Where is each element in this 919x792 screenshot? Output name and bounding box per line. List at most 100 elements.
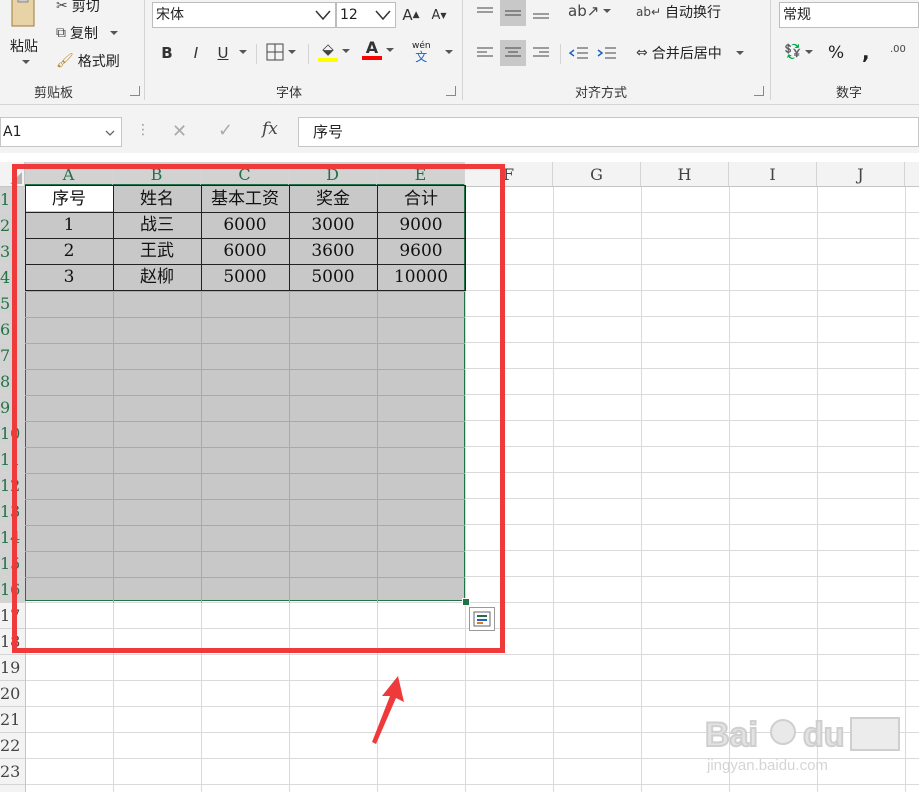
copy-button[interactable]: ⧉ 复制 xyxy=(56,23,118,43)
align-center-button[interactable] xyxy=(500,40,526,66)
align-right-icon xyxy=(533,47,549,57)
row-header-22[interactable]: 22 xyxy=(0,733,25,759)
phonetic-icon: wén 文 xyxy=(412,41,431,64)
group-divider xyxy=(770,0,771,100)
align-bottom-button[interactable] xyxy=(528,0,554,26)
wrap-text-button[interactable]: ab↵ 自动换行 xyxy=(636,2,721,22)
decrease-indent-icon xyxy=(569,47,588,59)
borders-button[interactable] xyxy=(266,43,296,61)
comma-button[interactable]: , xyxy=(862,40,870,64)
font-group-label: 字体 xyxy=(276,86,303,101)
formula-input[interactable]: 序号 xyxy=(298,117,919,147)
increase-indent-button[interactable] xyxy=(594,40,620,66)
increase-indent-icon xyxy=(597,47,616,59)
column-header-h[interactable]: H xyxy=(641,162,729,186)
group-divider xyxy=(462,0,463,100)
cut-label: 剪切 xyxy=(71,0,100,15)
grow-font-icon: A xyxy=(402,6,413,24)
alignment-launcher-icon[interactable] xyxy=(754,86,764,96)
font-color-button[interactable]: A xyxy=(362,40,394,60)
annotation-arrow-icon xyxy=(372,676,404,744)
font-launcher-icon[interactable] xyxy=(446,86,456,96)
row-header-23[interactable]: 23 xyxy=(0,759,25,785)
decrease-indent-button[interactable] xyxy=(566,40,592,66)
copy-dropdown-icon xyxy=(110,31,118,35)
enter-button[interactable]: ✓ xyxy=(218,120,233,141)
font-color-icon: A xyxy=(362,40,382,60)
align-top-button[interactable] xyxy=(472,0,498,26)
format-painter-label: 格式刷 xyxy=(77,54,120,70)
paint-bucket-icon: ⬙ xyxy=(318,40,338,62)
row-header-20[interactable]: 20 xyxy=(0,681,25,707)
increase-decimal-icon: .00 xyxy=(890,44,906,55)
format-painter-button[interactable]: 🖌 格式刷 xyxy=(56,51,120,71)
column-header-i[interactable]: I xyxy=(729,162,817,186)
orientation-button[interactable]: ab↗ xyxy=(568,2,612,20)
annotation-highlight-box xyxy=(12,164,505,653)
align-left-button[interactable] xyxy=(472,40,498,66)
column-header-j[interactable]: J xyxy=(817,162,905,186)
wrap-text-icon: ab↵ xyxy=(636,5,662,19)
italic-button[interactable]: I xyxy=(185,42,207,64)
divider xyxy=(308,44,309,64)
fill-color-button[interactable]: ⬙ xyxy=(318,40,350,62)
row-header-21[interactable]: 21 xyxy=(0,707,25,733)
align-right-button[interactable] xyxy=(528,40,554,66)
underline-icon: U xyxy=(217,44,229,62)
formula-bar: A1 ⋮ ✕ ✓ fx 序号 xyxy=(0,105,919,153)
increase-decimal-button[interactable]: .00 xyxy=(890,44,906,55)
comma-icon: , xyxy=(862,40,870,64)
underline-button[interactable]: U xyxy=(212,42,234,64)
formula-content: 序号 xyxy=(313,123,344,141)
insert-function-button[interactable]: fx xyxy=(262,119,278,139)
paste-icon[interactable] xyxy=(6,0,46,28)
svg-text:jingyan.baidu.com: jingyan.baidu.com xyxy=(706,757,828,774)
bold-button[interactable]: B xyxy=(156,42,178,64)
align-middle-icon xyxy=(505,10,521,16)
clipboard-launcher-icon[interactable] xyxy=(130,86,140,96)
align-left-icon xyxy=(477,47,493,57)
baidu-jingyan-watermark: Bai du jingyan.baidu.com xyxy=(705,715,900,774)
font-size-select[interactable]: 12 xyxy=(336,2,396,28)
merge-center-button[interactable]: ⇔ 合并后居中 xyxy=(636,43,744,63)
percent-button[interactable]: % xyxy=(828,43,844,63)
shrink-font-button[interactable]: A ▼ xyxy=(428,4,450,26)
merge-center-label: 合并后居中 xyxy=(651,46,722,62)
number-group-label: 数字 xyxy=(836,86,863,101)
phonetic-button[interactable]: wén 文 xyxy=(412,41,453,63)
paintbrush-icon: 🖌 xyxy=(56,53,74,69)
more-icon: ⋮ xyxy=(136,122,150,138)
grow-font-button[interactable]: A ▲ xyxy=(400,4,422,26)
row-header-19[interactable]: 19 xyxy=(0,655,25,681)
merge-dropdown-icon xyxy=(735,51,744,55)
ribbon: 粘贴 ✂ 剪切 ⧉ 复制 🖌 格式刷 剪贴板 宋体 12 A ▲ A ▼ B I U… xyxy=(0,0,919,105)
cut-button[interactable]: ✂ 剪切 xyxy=(56,0,100,16)
font-name-value: 宋体 xyxy=(156,7,184,23)
svg-text:du: du xyxy=(803,716,845,754)
chevron-down-icon xyxy=(375,10,391,21)
accounting-format-button[interactable]: 💱 xyxy=(784,44,814,60)
fx-icon: fx xyxy=(262,119,278,139)
svg-text:Bai: Bai xyxy=(705,716,758,754)
align-middle-button[interactable] xyxy=(500,0,526,26)
align-center-icon xyxy=(505,47,521,57)
copy-icon: ⧉ xyxy=(56,25,66,41)
copy-label: 复制 xyxy=(70,26,98,42)
group-divider xyxy=(144,0,145,100)
number-format-value: 常规 xyxy=(783,7,811,23)
column-header-g[interactable]: G xyxy=(553,162,641,186)
paste-button[interactable]: 粘贴 xyxy=(10,36,38,56)
font-name-select[interactable]: 宋体 xyxy=(152,2,336,28)
paste-label: 粘贴 xyxy=(10,39,38,55)
percent-icon: % xyxy=(828,43,845,63)
align-bottom-icon xyxy=(533,13,549,19)
alignment-group-label: 对齐方式 xyxy=(575,86,628,101)
paste-dropdown[interactable] xyxy=(22,60,30,64)
cancel-button[interactable]: ✕ xyxy=(172,121,187,142)
font-size-value: 12 xyxy=(340,7,358,23)
underline-dropdown[interactable] xyxy=(239,50,247,54)
number-format-select[interactable]: 常规 xyxy=(779,2,919,28)
align-top-icon xyxy=(477,7,493,13)
divider xyxy=(560,44,561,64)
name-box[interactable]: A1 xyxy=(0,117,122,147)
